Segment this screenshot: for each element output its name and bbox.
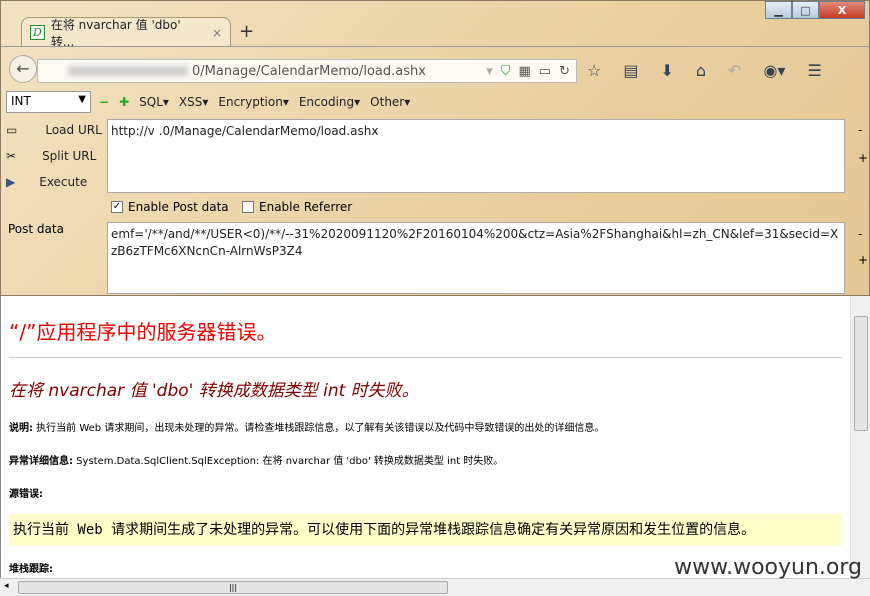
checkbox-empty-icon bbox=[242, 201, 254, 213]
close-window-button[interactable]: X bbox=[819, 1, 865, 19]
dropdown-icon[interactable]: ▾ bbox=[486, 64, 493, 79]
post-data-label: Post data bbox=[8, 222, 64, 236]
type-select[interactable]: INT ▼ bbox=[6, 91, 91, 113]
globe-icon[interactable]: ◉▾ bbox=[763, 61, 785, 80]
clipboard-icon[interactable]: ▤ bbox=[623, 61, 638, 80]
enable-post-checkbox[interactable]: ✓ Enable Post data bbox=[111, 200, 229, 214]
minimize-button[interactable]: ▁ bbox=[765, 1, 792, 19]
window-controls: ▁ □ X bbox=[765, 1, 865, 19]
shield-icon[interactable]: ⛉ bbox=[501, 64, 511, 79]
tab-close-icon[interactable]: × bbox=[212, 26, 222, 40]
download-icon[interactable]: ⬇ bbox=[660, 61, 673, 80]
nav-bar: ← 0/Manage/CalendarMemo/load.ashx ▾ ⛉ ▦ ▭ ↻ … bbox=[1, 46, 870, 88]
redacted-host bbox=[68, 66, 188, 76]
execute-button[interactable]: ▶ Execute bbox=[6, 175, 87, 189]
home-icon[interactable]: ⌂ bbox=[696, 61, 706, 80]
menu-sql[interactable]: SQL▾ bbox=[139, 95, 169, 109]
menu-icon[interactable]: ☰ bbox=[807, 61, 821, 80]
tab-title: 在将 nvarchar 值 'dbo' 转... bbox=[50, 17, 181, 49]
post-data-textarea[interactable]: emf='/**/and/**/USER<0)/**/--31%20200911… bbox=[107, 222, 845, 294]
stack-trace-label: 堆栈跟踪: bbox=[9, 564, 53, 575]
load-url-button[interactable]: ▭ Load URL bbox=[6, 123, 102, 137]
menu-encryption[interactable]: Encryption▾ bbox=[218, 95, 288, 109]
post-shrink-button[interactable]: - bbox=[858, 227, 862, 241]
scroll-left-icon[interactable]: ◂ bbox=[4, 581, 9, 591]
maximize-button[interactable]: □ bbox=[792, 1, 819, 19]
hackbar: INT ▼ − ✚ SQL▾ XSS▾ Encryption▾ Encoding▾… bbox=[1, 89, 870, 297]
menu-xss[interactable]: XSS▾ bbox=[179, 95, 208, 109]
qr-icon[interactable]: ▦ bbox=[519, 64, 531, 79]
error-subtitle: 在将 nvarchar 值 'dbo' 转换成数据类型 int 时失败。 bbox=[9, 381, 419, 401]
description: 说明: 执行当前 Web 请求期间，出现未处理的异常。请检查堆栈跟踪信息，以了解… bbox=[9, 423, 605, 434]
menu-other[interactable]: Other▾ bbox=[370, 95, 410, 109]
shrink-button[interactable]: - bbox=[858, 123, 862, 137]
bookmark-star-icon[interactable]: ☆ bbox=[587, 61, 601, 80]
checkbox-checked-icon: ✓ bbox=[111, 201, 123, 213]
browser-chrome: ▁ □ X D 在将 nvarchar 值 'dbo' 转... × + ← 0… bbox=[0, 0, 870, 296]
page-content: “/”应用程序中的服务器错误。 在将 nvarchar 值 'dbo' 转换成数… bbox=[0, 296, 850, 578]
new-tab-button[interactable]: + bbox=[239, 21, 254, 42]
enable-referrer-checkbox[interactable]: Enable Referrer bbox=[242, 200, 352, 214]
browser-tab[interactable]: D 在将 nvarchar 值 'dbo' 转... × bbox=[21, 17, 231, 49]
undo-icon[interactable]: ↶ bbox=[728, 61, 741, 80]
horizontal-scroll-thumb[interactable]: ||| bbox=[18, 581, 448, 594]
horizontal-scrollbar[interactable]: ◂ ||| bbox=[0, 578, 870, 596]
url-bar[interactable]: 0/Manage/CalendarMemo/load.ashx ▾ ⛉ ▦ ▭ ↻ bbox=[37, 59, 577, 83]
source-error-label: 源错误: bbox=[9, 489, 43, 500]
vertical-scroll-thumb[interactable] bbox=[854, 316, 868, 431]
expand-button[interactable]: + bbox=[858, 151, 868, 165]
reload-icon[interactable]: ↻ bbox=[559, 64, 570, 79]
load-icon: ▭ bbox=[6, 123, 18, 137]
error-title: “/”应用程序中的服务器错误。 bbox=[9, 316, 842, 358]
exception-details: 异常详细信息: System.Data.SqlClient.SqlExcepti… bbox=[9, 456, 504, 467]
source-error-box: 执行当前 Web 请求期间生成了未处理的异常。可以使用下面的异常堆栈跟踪信息确定… bbox=[9, 514, 842, 546]
watermark: www.wooyun.org bbox=[674, 555, 862, 580]
url-text: 0/Manage/CalendarMemo/load.ashx bbox=[192, 63, 426, 79]
reader-icon[interactable]: ▭ bbox=[539, 64, 551, 79]
split-url-button[interactable]: ✂ Split URL bbox=[6, 149, 96, 163]
vertical-scrollbar[interactable] bbox=[850, 296, 870, 578]
favicon-icon: D bbox=[30, 25, 45, 40]
scissors-icon: ✂ bbox=[6, 149, 17, 163]
menu-encoding[interactable]: Encoding▾ bbox=[299, 95, 360, 109]
post-expand-button[interactable]: + bbox=[858, 253, 868, 267]
minus-icon[interactable]: − bbox=[99, 95, 109, 109]
back-button[interactable]: ← bbox=[9, 55, 37, 83]
url-textarea[interactable]: http://v .0/Manage/CalendarMemo/load.ash… bbox=[107, 119, 845, 193]
plus-icon[interactable]: ✚ bbox=[119, 95, 129, 109]
play-icon: ▶ bbox=[6, 175, 16, 189]
